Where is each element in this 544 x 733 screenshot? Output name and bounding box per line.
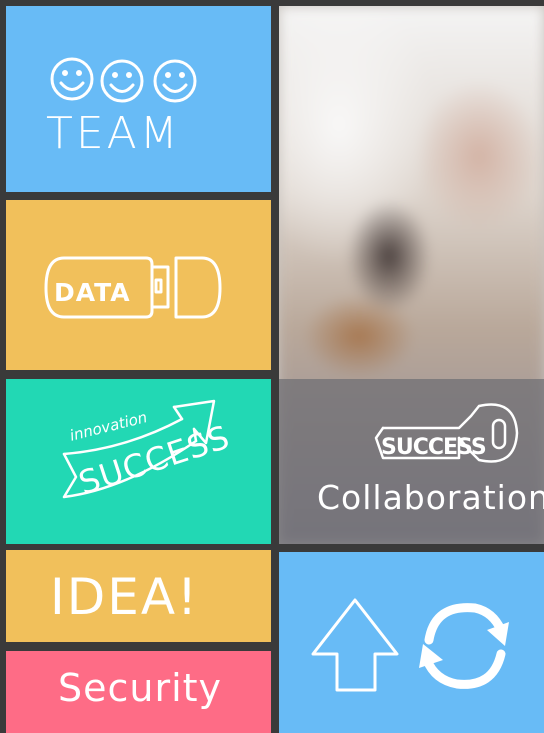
collaboration-label: Collaboration (317, 478, 544, 517)
key-icon (374, 403, 519, 463)
key-success-text: SUCCESS (381, 435, 487, 460)
data-tile[interactable]: DATA (6, 200, 271, 370)
innovation-success-tile[interactable]: innovation SUCCESS (6, 379, 271, 544)
idea-label: IDEA! (50, 568, 200, 626)
security-tile[interactable]: Security (6, 651, 271, 733)
collaboration-photo-tile[interactable]: SUCCESS Collaboration (279, 6, 544, 544)
team-tile[interactable]: TEAM (6, 6, 271, 192)
idea-tile[interactable]: IDEA! (6, 550, 271, 642)
usb-drive-icon (44, 256, 222, 319)
smiley-faces-icon (50, 57, 197, 103)
team-label: TEAM (46, 108, 181, 159)
security-label: Security (58, 666, 223, 710)
data-label: DATA (54, 278, 131, 307)
upload-refresh-tile[interactable] (279, 552, 544, 733)
refresh-icon[interactable] (279, 552, 544, 733)
